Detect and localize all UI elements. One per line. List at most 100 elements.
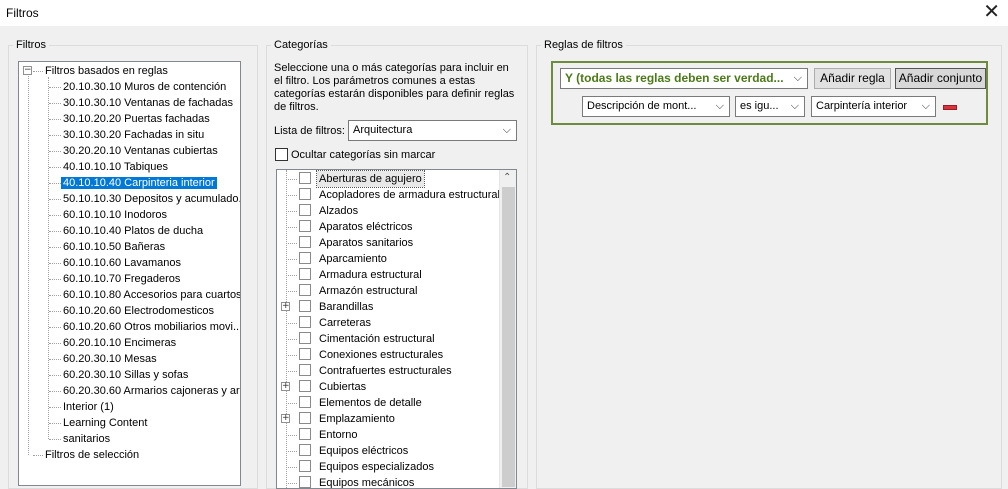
- category-item[interactable]: Equipos mecánicos: [277, 475, 499, 488]
- add-rule-button[interactable]: Añadir regla: [814, 68, 891, 89]
- category-item[interactable]: Armadura estructural: [277, 267, 499, 283]
- tree-connector: [286, 275, 297, 276]
- category-item[interactable]: + Cubiertas: [277, 379, 499, 395]
- tree-filter-item[interactable]: 30.10.30.10 Ventanas de fachadas: [61, 95, 235, 111]
- category-checkbox[interactable]: [299, 412, 311, 424]
- category-checkbox[interactable]: [299, 476, 311, 488]
- tree-filter-item[interactable]: 60.10.10.70 Fregaderos: [61, 271, 182, 287]
- tree-filter-item[interactable]: Interior (1): [61, 399, 116, 415]
- logic-select[interactable]: Y (todas las reglas deben ser verdad... …: [560, 68, 808, 89]
- tree-root-rules[interactable]: Filtros basados en reglas: [43, 63, 170, 79]
- category-checkbox[interactable]: [299, 236, 311, 248]
- tree-connector: [49, 375, 61, 376]
- expand-icon[interactable]: +: [281, 414, 290, 423]
- category-checkbox[interactable]: [299, 364, 311, 376]
- category-item[interactable]: Entorno: [277, 427, 499, 443]
- category-checkbox[interactable]: [299, 444, 311, 456]
- tree-connector: [33, 455, 43, 456]
- tree-filter-label: 60.20.30.10 Sillas y sofas: [63, 369, 189, 381]
- category-item[interactable]: Cimentación estructural: [277, 331, 499, 347]
- rule-operator-select[interactable]: es igu... ⌵: [735, 96, 805, 117]
- category-item[interactable]: + Emplazamiento: [277, 411, 499, 427]
- rule-value-select[interactable]: Carpintería interior ⌵: [811, 96, 936, 117]
- category-item[interactable]: Armazón estructural: [277, 283, 499, 299]
- category-item[interactable]: Aparatos eléctricos: [277, 219, 499, 235]
- filter-list-select[interactable]: Arquitectura ⌵: [348, 120, 517, 141]
- category-item[interactable]: Equipos especializados: [277, 459, 499, 475]
- tree-filter-item[interactable]: 60.10.10.10 Inodoros: [61, 207, 169, 223]
- expand-icon[interactable]: +: [281, 302, 290, 311]
- category-checkbox[interactable]: [299, 300, 311, 312]
- tree-filter-item[interactable]: 40.10.10.10 Tabiques: [61, 159, 170, 175]
- category-checkbox[interactable]: [299, 268, 311, 280]
- tree-connector: [28, 76, 29, 455]
- categories-legend: Categorías: [274, 39, 328, 51]
- tree-filter-item[interactable]: 60.10.10.50 Bañeras: [61, 239, 167, 255]
- tree-filter-item[interactable]: 40.10.10.40 Carpinteria interior: [61, 175, 217, 191]
- tree-filter-item[interactable]: sanitarios: [61, 431, 112, 447]
- category-label: Aparcamiento: [319, 253, 387, 265]
- category-checkbox[interactable]: [299, 172, 311, 184]
- category-checkbox[interactable]: [299, 348, 311, 360]
- hide-unchecked-checkbox[interactable]: [275, 148, 288, 161]
- close-icon[interactable]: ✕: [983, 1, 1000, 23]
- category-checkbox[interactable]: [299, 380, 311, 392]
- category-label: Equipos especializados: [319, 461, 434, 473]
- category-item[interactable]: Acopladores de armadura estructural: [277, 187, 500, 203]
- tree-root-selection[interactable]: Filtros de selección: [43, 447, 141, 463]
- categories-list[interactable]: Equipos mecánicos Equipos especializados E…: [276, 169, 517, 489]
- category-item[interactable]: Aparatos sanitarios: [277, 235, 499, 251]
- tree-filter-item[interactable]: 30.20.20.10 Ventanas cubiertas: [61, 143, 220, 159]
- category-item[interactable]: Elementos de detalle: [277, 395, 499, 411]
- category-item[interactable]: + Barandillas: [277, 299, 499, 315]
- filters-tree[interactable]: − Filtros basados en reglas 20.10.30.10 Mu…: [18, 61, 241, 486]
- tree-filter-item[interactable]: 60.10.10.60 Lavamanos: [61, 255, 183, 271]
- tree-connector: [286, 243, 297, 244]
- tree-filter-label: sanitarios: [63, 433, 111, 445]
- category-item[interactable]: Contrafuertes estructurales: [277, 363, 499, 379]
- rule-parameter-select[interactable]: Descripción de mont... ⌵: [582, 96, 730, 117]
- category-item[interactable]: Carreteras: [277, 315, 499, 331]
- category-label: Carreteras: [319, 317, 371, 329]
- category-item[interactable]: Conexiones estructurales: [277, 347, 499, 363]
- category-checkbox[interactable]: [299, 316, 311, 328]
- categories-description: Seleccione una o más categorías para inc…: [274, 62, 515, 113]
- tree-filter-item[interactable]: 30.10.20.20 Puertas fachadas: [61, 111, 212, 127]
- tree-filter-item[interactable]: 60.20.30.10 Sillas y sofas: [61, 367, 190, 383]
- category-checkbox[interactable]: [299, 188, 311, 200]
- category-checkbox[interactable]: [299, 220, 311, 232]
- tree-filter-item[interactable]: 30.10.30.20 Fachadas in situ: [61, 127, 206, 143]
- scroll-thumb[interactable]: [502, 187, 515, 487]
- tree-filter-item[interactable]: 60.20.10.10 Encimeras: [61, 335, 178, 351]
- category-checkbox[interactable]: [299, 460, 311, 472]
- scroll-up-icon[interactable]: ⌃: [503, 172, 511, 183]
- category-item[interactable]: Aberturas de agujero: [277, 170, 499, 188]
- category-checkbox[interactable]: [299, 396, 311, 408]
- tree-filter-item[interactable]: 60.20.30.10 Mesas: [61, 351, 159, 367]
- category-item[interactable]: Alzados: [277, 203, 499, 219]
- tree-filter-item[interactable]: 60.10.10.80 Accesorios para cuartos: [61, 287, 240, 303]
- tree-filter-item[interactable]: 20.10.30.10 Muros de contención: [61, 79, 228, 95]
- tree-filter-item[interactable]: Learning Content: [61, 415, 149, 431]
- add-set-button[interactable]: Añadir conjunto: [895, 68, 986, 89]
- category-checkbox[interactable]: [299, 332, 311, 344]
- category-item[interactable]: Equipos eléctricos: [277, 443, 499, 459]
- tree-filter-item[interactable]: 60.10.10.40 Platos de ducha: [61, 223, 205, 239]
- tree-filter-item[interactable]: 50.10.10.30 Depositos y acumulado...: [61, 191, 240, 207]
- category-checkbox[interactable]: [299, 252, 311, 264]
- expand-icon[interactable]: +: [281, 382, 290, 391]
- tree-connector: [49, 167, 61, 168]
- category-label: Entorno: [319, 429, 358, 441]
- tree-filter-item[interactable]: 60.10.20.60 Electrodomesticos: [61, 303, 216, 319]
- rule-set: Y (todas las reglas deben ser verdad... …: [551, 61, 988, 125]
- category-checkbox[interactable]: [299, 284, 311, 296]
- category-checkbox[interactable]: [299, 204, 311, 216]
- categories-scrollbar[interactable]: ⌃: [499, 170, 516, 488]
- collapse-icon[interactable]: −: [23, 66, 32, 75]
- remove-rule-icon[interactable]: [943, 105, 957, 110]
- tree-filter-item[interactable]: 60.20.30.60 Armarios cajoneras y arc: [61, 383, 240, 399]
- category-checkbox[interactable]: [299, 428, 311, 440]
- tree-connector: [49, 247, 61, 248]
- category-item[interactable]: Aparcamiento: [277, 251, 499, 267]
- tree-filter-item[interactable]: 60.10.20.60 Otros mobiliarios movi...: [61, 319, 240, 335]
